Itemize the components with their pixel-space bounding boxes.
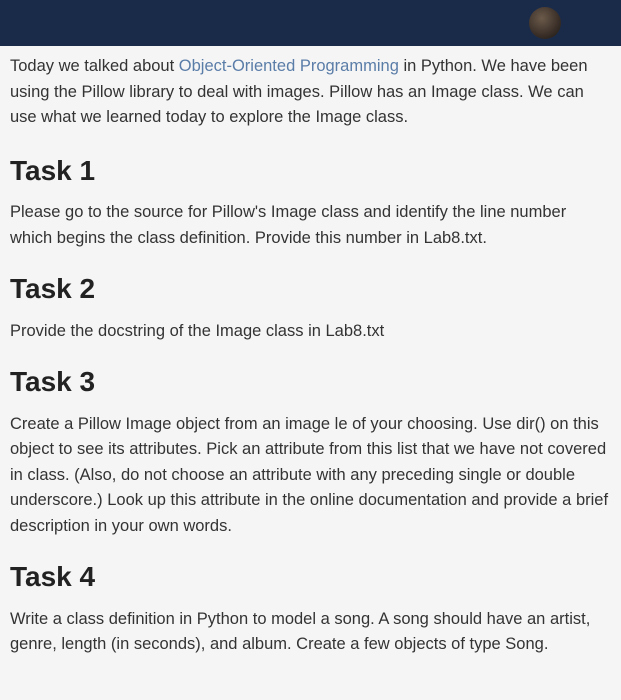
intro-prefix: Today we talked about <box>10 57 179 75</box>
oop-link[interactable]: Object-Oriented Programming <box>179 57 399 75</box>
task-1-heading: Task 1 <box>10 149 611 192</box>
task-2-body: Provide the docstring of the Image class… <box>10 319 611 345</box>
task-4-body: Write a class definition in Python to mo… <box>10 607 611 658</box>
task-3-heading: Task 3 <box>10 360 611 403</box>
task-2-heading: Task 2 <box>10 267 611 310</box>
document-content: Today we talked about Object-Oriented Pr… <box>0 46 621 678</box>
task-3-body: Create a Pillow Image object from an ima… <box>10 412 611 540</box>
intro-paragraph: Today we talked about Object-Oriented Pr… <box>10 54 611 131</box>
header-bar <box>0 0 621 46</box>
task-1-body: Please go to the source for Pillow's Ima… <box>10 200 611 251</box>
avatar[interactable] <box>529 7 561 39</box>
task-4-heading: Task 4 <box>10 555 611 598</box>
